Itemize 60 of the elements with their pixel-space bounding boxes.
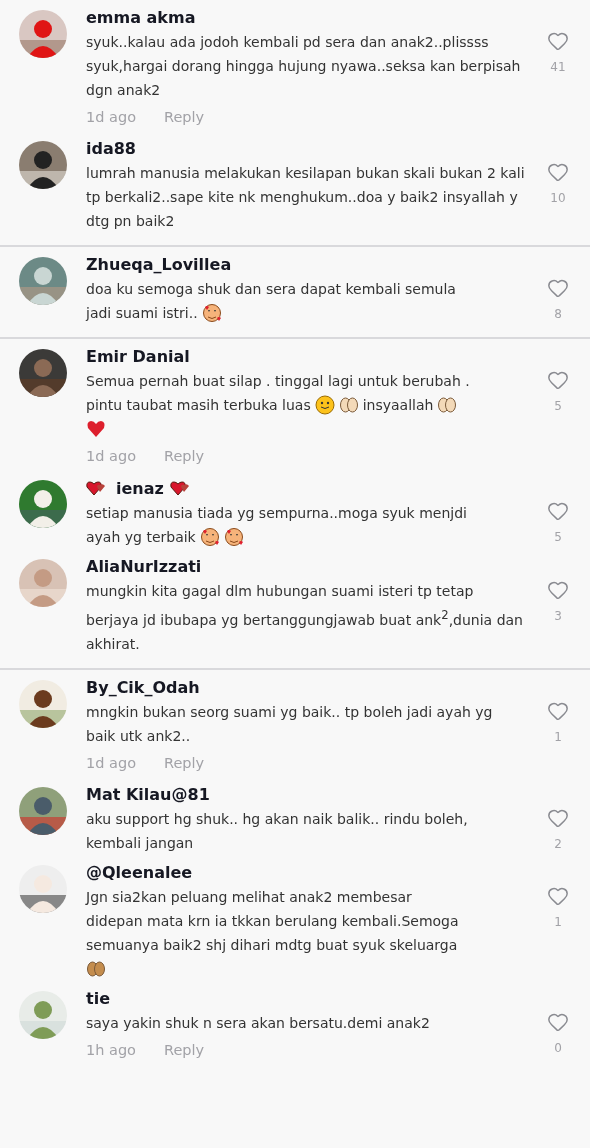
like-heart-icon[interactable] [547, 277, 569, 299]
smiling-face-with-hearts-emoji-icon [223, 527, 244, 547]
comment-time: 1d ago [86, 754, 136, 771]
like-count: 2 [554, 836, 562, 851]
like-heart-icon[interactable] [547, 161, 569, 183]
username: Mat Kilau@81 [86, 784, 210, 804]
like-count: 5 [554, 399, 562, 413]
smiling-face-emoji-icon [314, 395, 335, 415]
comment-text: setiap manusia tiada yg sempurna..moga syuk menjdi [86, 504, 467, 523]
comment-time: 1h ago [86, 1041, 136, 1058]
username: AliaNurIzzati [86, 557, 202, 576]
two-hearts-emoji-icon [169, 478, 190, 498]
reply-button[interactable]: Reply [164, 109, 205, 125]
reply-button[interactable]: Reply [164, 1041, 205, 1058]
like-count: 1 [554, 729, 562, 744]
username: tie [86, 988, 110, 1008]
comment-text: aku support hg shuk.. hg akan naik balik.. rindu boleh, kembali jangan [86, 810, 468, 851]
open-palms-emoji-icon [437, 395, 458, 415]
like-count: 41 [550, 60, 566, 74]
like-count: 1 [554, 914, 562, 929]
like-heart-icon[interactable] [547, 500, 569, 522]
like-heart-icon[interactable] [547, 30, 569, 52]
comment-text: semuanya baik2 shj dihari mdtg buat syuk skeluarga [86, 935, 458, 955]
like-count: 8 [554, 307, 562, 321]
comment-text: jadi suami istri.. [86, 304, 198, 323]
username: ienaz [116, 478, 164, 498]
username: Emir Danial [86, 347, 190, 366]
username: Zhueqa_Lovillea [86, 255, 232, 274]
like-count: 10 [550, 191, 566, 205]
like-heart-icon[interactable] [547, 369, 569, 391]
username: ida88 [86, 139, 136, 158]
two-hearts-emoji-icon [86, 478, 106, 498]
reply-button[interactable]: Reply [164, 754, 205, 771]
reply-button[interactable]: Reply [164, 448, 205, 464]
comment-time: 1d ago [86, 109, 136, 125]
comment-text: didepan mata krn ia tkkan berulang kembali.Semoga [86, 911, 459, 931]
comment-text: ayah yg terbaik [86, 528, 196, 547]
username: @Qleenalee [86, 862, 193, 882]
like-count: 0 [554, 1040, 562, 1055]
comment-text: doa ku semoga shuk dan sera dapat kembali semula [86, 280, 456, 299]
comment-text: mungkin kita gagal dlm hubungan suami isteri tp tetap berjaya jd ibubapa yg bertanggungjawab buat ank$^{2}$,dunia dan akhirat. [86, 583, 523, 652]
comment-text: pintu taubat masih terbuka luas [86, 396, 311, 415]
comment-text: Semua pernah buat silap . tinggal lagi untuk berubah . [86, 372, 470, 391]
like-heart-icon[interactable] [547, 579, 569, 601]
username: By_Cik_Odah [86, 677, 200, 697]
comment-text: insyaallah [362, 396, 434, 415]
comment-text: lumrah manusia melakukan kesilapan bukan skali bukan 2 kali tp berkali2..sape kite nk menghukum..doa y baik2 insyallah y dtg pn baik2 [86, 165, 525, 229]
comment-text: Jgn sia2kan peluang melihat anak2 membesar [86, 887, 412, 907]
open-palms-emoji-icon [86, 958, 106, 979]
smiling-face-with-hearts-emoji-icon [201, 303, 222, 323]
like-count: 3 [554, 609, 562, 623]
comment-text: mngkin bukan seorg suami yg baik.. tp boleh jadi ayah yg baik utk ank2.. [86, 703, 493, 744]
comment-text: syuk..kalau ada jodoh kembali pd sera dan anak2..plissss syuk,hargai dorang hingga hujung nyawa..seksa kan berpisah dgn anak2 [86, 34, 521, 98]
heart-emoji-icon [86, 419, 106, 439]
like-count: 5 [554, 530, 562, 544]
username: emma akma [86, 8, 196, 27]
open-palms-emoji-icon [338, 395, 359, 415]
comment-time: 1d ago [86, 448, 136, 464]
comment-text: saya yakin shuk n sera akan bersatu.demi anak2 [86, 1014, 430, 1031]
smiling-face-with-hearts-emoji-icon [199, 527, 220, 547]
